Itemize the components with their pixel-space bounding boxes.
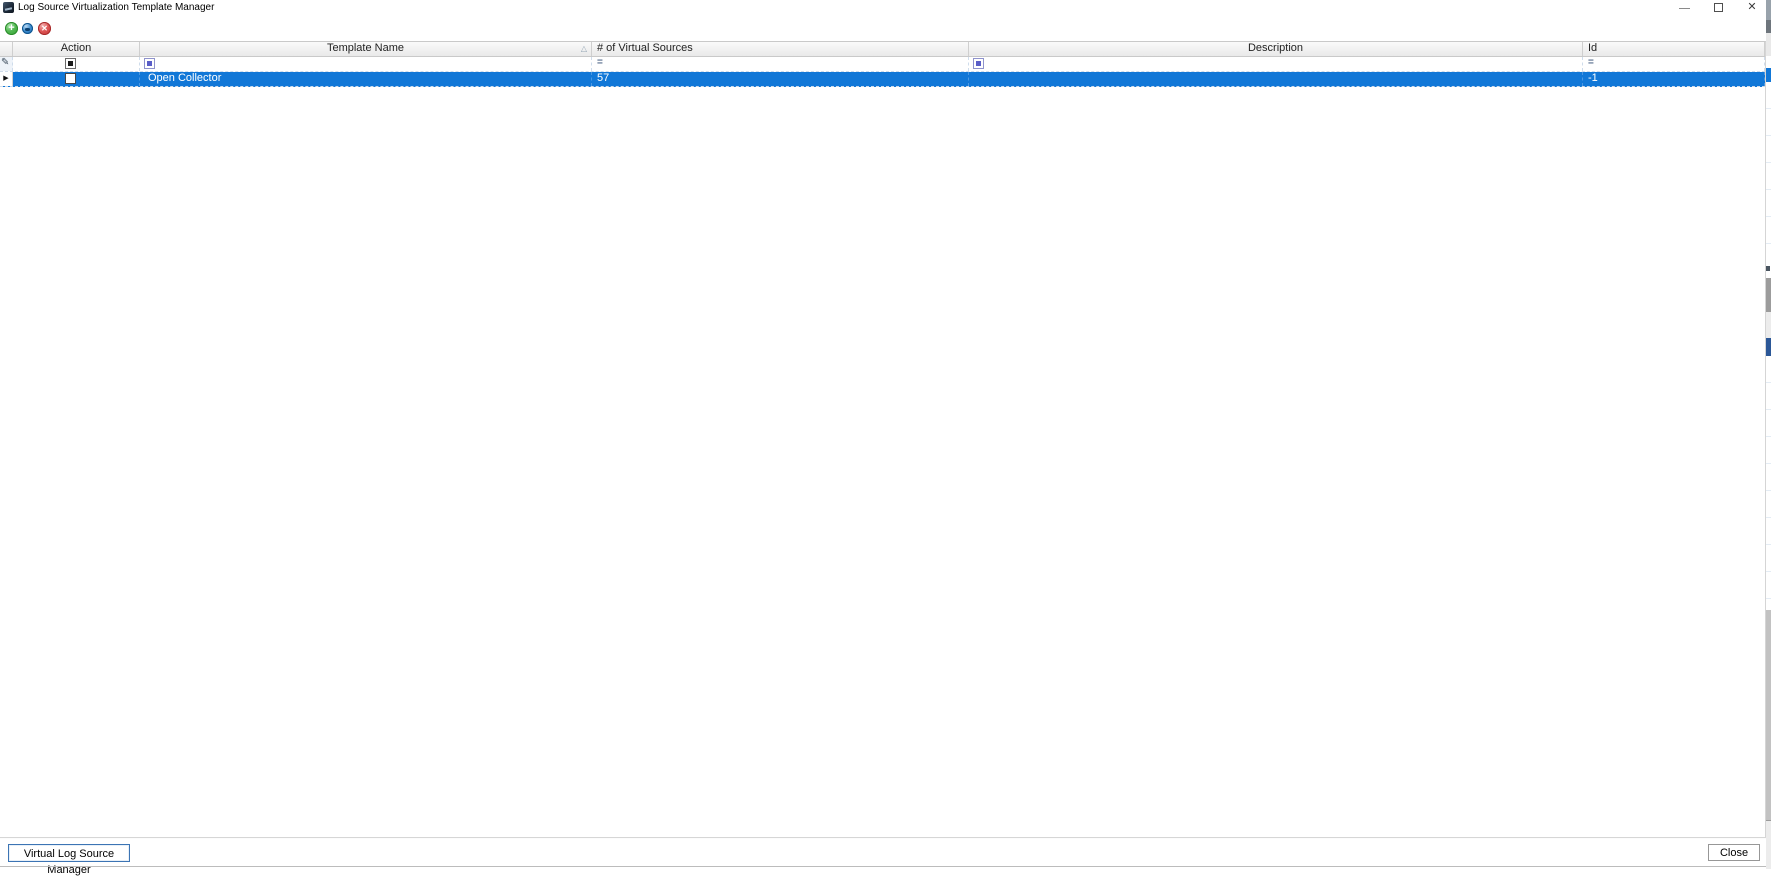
footer-separator (0, 837, 1771, 839)
grid-filter-row: ✎ = = (0, 57, 1765, 72)
filter-cell-id[interactable]: = (1583, 57, 1765, 71)
column-header-description[interactable]: Description (969, 42, 1583, 56)
add-template-icon[interactable]: + (5, 22, 18, 35)
column-header-template-name[interactable]: Template Name △ (140, 42, 592, 56)
sliver-segment (1766, 68, 1771, 82)
sliver-segment (1766, 20, 1771, 33)
sliver-segment (1766, 820, 1771, 869)
window-bottom-border (0, 866, 1771, 867)
column-header-action[interactable]: Action (13, 42, 140, 56)
sliver-segment (1766, 312, 1771, 338)
filter-cell-virtual-sources[interactable]: = (592, 57, 969, 71)
sliver-segment (1766, 356, 1771, 610)
titlebar: Log Source Virtualization Template Manag… (0, 0, 1771, 16)
app-icon (3, 2, 14, 13)
cell-description[interactable] (969, 72, 1583, 86)
plus-icon: + (8, 22, 15, 34)
table-row[interactable]: ▶ Open Collector 57 -1 (0, 72, 1765, 87)
column-header-virtual-sources[interactable]: # of Virtual Sources (592, 42, 969, 56)
filter-row-pencil-icon: ✎ (0, 57, 13, 71)
column-header-id[interactable]: Id (1583, 42, 1765, 56)
filter-cell-action[interactable] (13, 57, 140, 71)
maximize-icon[interactable] (1705, 0, 1733, 16)
sliver-segment (1766, 338, 1771, 356)
template-name-filter-checkbox[interactable] (144, 58, 155, 69)
minimize-icon[interactable] (1670, 0, 1698, 16)
cell-action[interactable] (13, 72, 140, 86)
cell-id[interactable]: -1 (1583, 72, 1765, 86)
virtual-log-source-manager-button[interactable]: Virtual Log Source Manager (8, 844, 130, 876)
background-window-sliver (1766, 0, 1771, 869)
window-title: Log Source Virtualization Template Manag… (18, 2, 215, 13)
close-icon[interactable]: ✕ (1738, 0, 1766, 16)
sliver-segment (1766, 0, 1771, 20)
toolbar: + ✕ (0, 16, 1771, 41)
delete-template-icon[interactable]: ✕ (38, 22, 51, 35)
filter-cell-template-name[interactable] (140, 57, 592, 71)
header-indicator-cell (0, 42, 13, 56)
cell-template-name[interactable]: Open Collector (140, 72, 592, 86)
grid-header-row: Action Template Name △ # of Virtual Sour… (0, 42, 1765, 57)
sliver-segment (1766, 82, 1771, 262)
column-header-template-name-label: Template Name (326, 42, 405, 54)
row-indicator-arrow-icon: ▶ (0, 72, 13, 86)
cell-virtual-sources[interactable]: 57 (592, 72, 969, 86)
filter-cell-description[interactable] (969, 57, 1583, 71)
action-filter-checkbox[interactable] (65, 58, 76, 69)
close-button[interactable]: Close (1708, 844, 1760, 861)
sliver-segment (1766, 610, 1771, 820)
sliver-segment (1766, 33, 1771, 56)
x-icon: ✕ (41, 24, 48, 33)
description-filter-checkbox[interactable] (973, 58, 984, 69)
edit-template-icon[interactable] (22, 23, 33, 34)
action-checkbox[interactable] (65, 73, 76, 84)
sort-ascending-icon: △ (580, 44, 587, 53)
template-grid: Action Template Name △ # of Virtual Sour… (0, 41, 1766, 837)
sliver-segment (1766, 264, 1771, 274)
sliver-segment (1766, 278, 1771, 312)
